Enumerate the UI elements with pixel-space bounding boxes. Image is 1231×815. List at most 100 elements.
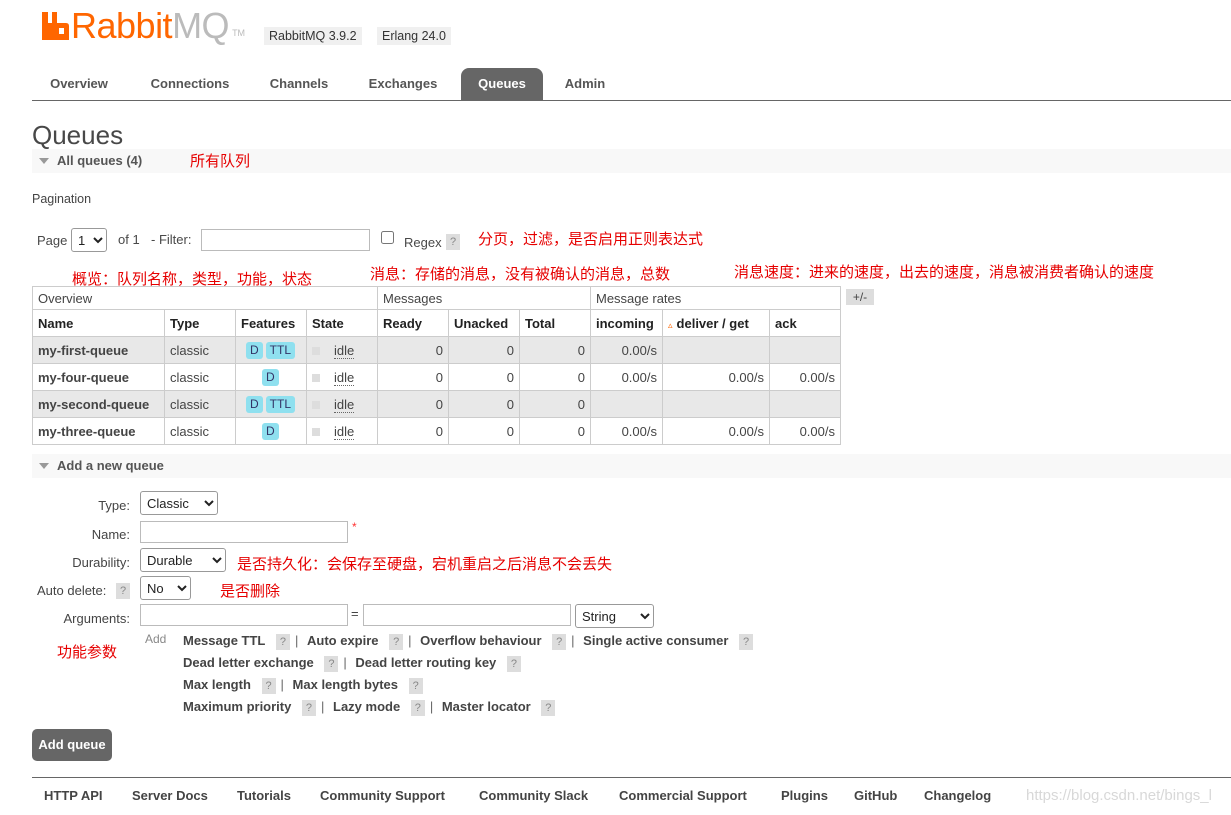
page-select[interactable]: 1 bbox=[71, 228, 107, 252]
queue-features: D bbox=[235, 363, 307, 391]
autodelete-select[interactable]: No bbox=[140, 576, 191, 600]
footer-link-server-docs[interactable]: Server Docs bbox=[132, 788, 208, 803]
queue-name-link[interactable]: my-second-queue bbox=[32, 390, 165, 418]
queue-state: idle bbox=[306, 390, 378, 418]
footer-link-plugins[interactable]: Plugins bbox=[781, 788, 828, 803]
add-queue-button[interactable]: Add queue bbox=[32, 729, 112, 761]
help-icon[interactable]: ? bbox=[541, 700, 556, 716]
arg-single-active-consumer-link[interactable]: Single active consumer bbox=[583, 633, 728, 648]
arg-lazy-mode-link[interactable]: Lazy mode bbox=[333, 699, 400, 714]
arg-maximum-priority-link[interactable]: Maximum priority bbox=[183, 699, 291, 714]
autodelete-help-icon[interactable]: ? bbox=[116, 583, 130, 599]
argument-value-input[interactable] bbox=[363, 604, 571, 626]
table-row[interactable]: my-first-queue classic D TTL idle 0 0 0 0… bbox=[32, 336, 841, 364]
group-messages: Messages bbox=[377, 286, 591, 310]
help-icon[interactable]: ? bbox=[410, 700, 425, 716]
tab-admin[interactable]: Admin bbox=[552, 68, 618, 100]
queue-name-link[interactable]: my-four-queue bbox=[32, 363, 165, 391]
col-type[interactable]: Type bbox=[164, 309, 236, 337]
footer-link-github[interactable]: GitHub bbox=[854, 788, 897, 803]
column-toggle-button[interactable]: +/- bbox=[846, 289, 874, 305]
ready-count: 0 bbox=[377, 363, 449, 391]
tab-queues[interactable]: Queues bbox=[461, 68, 543, 100]
argument-key-input[interactable] bbox=[140, 604, 348, 626]
arg-dead-letter-routing-key-link[interactable]: Dead letter routing key bbox=[355, 655, 496, 670]
filter-input[interactable] bbox=[201, 229, 370, 251]
separator: | bbox=[320, 699, 325, 714]
arg-auto-expire-link[interactable]: Auto expire bbox=[307, 633, 379, 648]
collapse-triangle-icon bbox=[39, 158, 49, 164]
footer-link-http-api[interactable]: HTTP API bbox=[44, 788, 103, 803]
footer-link-tutorials[interactable]: Tutorials bbox=[237, 788, 291, 803]
help-icon[interactable]: ? bbox=[324, 656, 339, 672]
regex-checkbox[interactable] bbox=[381, 231, 394, 244]
help-icon[interactable]: ? bbox=[261, 678, 276, 694]
unacked-count: 0 bbox=[448, 390, 520, 418]
col-unacked[interactable]: Unacked bbox=[448, 309, 520, 337]
table-row[interactable]: my-three-queue classic D idle 0 0 0 0.00… bbox=[32, 417, 841, 445]
help-icon[interactable]: ? bbox=[408, 678, 423, 694]
help-icon[interactable]: ? bbox=[389, 634, 404, 650]
table-row[interactable]: my-four-queue classic D idle 0 0 0 0.00/… bbox=[32, 363, 841, 391]
argument-equals: = bbox=[351, 606, 359, 621]
collapse-triangle-icon bbox=[39, 463, 49, 469]
incoming-rate bbox=[590, 390, 663, 418]
page-title: Queues bbox=[32, 120, 124, 150]
arg-master-locator-link[interactable]: Master locator bbox=[442, 699, 531, 714]
deliver-rate: 0.00/s bbox=[662, 417, 770, 445]
queues-table: Overview Messages Message rates Name Typ… bbox=[32, 286, 841, 445]
arg-dead-letter-exchange-link[interactable]: Dead letter exchange bbox=[183, 655, 314, 670]
footer-link-commercial-support[interactable]: Commercial Support bbox=[619, 788, 747, 803]
feature-durable-badge: D bbox=[262, 368, 279, 386]
tab-connections[interactable]: Connections bbox=[136, 68, 244, 100]
table-row[interactable]: my-second-queue classic D TTL idle 0 0 0 bbox=[32, 390, 841, 418]
help-icon[interactable]: ? bbox=[301, 700, 316, 716]
argument-type-select[interactable]: String bbox=[575, 604, 654, 628]
total-count: 0 bbox=[519, 363, 591, 391]
autodelete-label: Auto delete: bbox=[37, 583, 107, 598]
incoming-rate: 0.00/s bbox=[590, 336, 663, 364]
arg-overflow-behaviour-link[interactable]: Overflow behaviour bbox=[420, 633, 541, 648]
logo-trademark: TM bbox=[232, 28, 246, 38]
arg-max-length-bytes-link[interactable]: Max length bytes bbox=[293, 677, 398, 692]
col-name[interactable]: Name bbox=[32, 309, 165, 337]
tab-exchanges[interactable]: Exchanges bbox=[354, 68, 452, 100]
separator: | bbox=[280, 677, 284, 692]
durability-select[interactable]: Durable bbox=[140, 548, 226, 572]
type-select[interactable]: Classic bbox=[140, 491, 218, 515]
help-icon[interactable]: ? bbox=[739, 634, 754, 650]
queue-name-link[interactable]: my-first-queue bbox=[32, 336, 165, 364]
regex-help-icon[interactable]: ? bbox=[446, 234, 460, 250]
tab-overview[interactable]: Overview bbox=[32, 68, 126, 100]
deliver-rate bbox=[662, 390, 770, 418]
help-icon[interactable]: ? bbox=[552, 634, 567, 650]
queue-name-input[interactable] bbox=[140, 521, 348, 543]
argument-links-row-2: Dead letter exchange ? | Dead letter rout… bbox=[183, 655, 521, 672]
col-total[interactable]: Total bbox=[519, 309, 591, 337]
add-queue-section-header[interactable]: Add a new queue bbox=[32, 454, 1231, 478]
col-incoming[interactable]: incoming bbox=[590, 309, 663, 337]
of-pages-label: of 1 bbox=[118, 232, 140, 247]
col-deliver-get[interactable]: ▵ deliver / get bbox=[662, 309, 770, 337]
ready-count: 0 bbox=[377, 390, 449, 418]
separator: | bbox=[429, 699, 434, 714]
deliver-rate bbox=[662, 336, 770, 364]
footer-link-community-slack[interactable]: Community Slack bbox=[479, 788, 588, 803]
table-group-header-row: Overview Messages Message rates bbox=[32, 286, 841, 310]
arg-max-length-link[interactable]: Max length bbox=[183, 677, 251, 692]
col-features[interactable]: Features bbox=[235, 309, 307, 337]
group-message-rates: Message rates bbox=[590, 286, 841, 310]
col-state[interactable]: State bbox=[306, 309, 378, 337]
footer-link-community-support[interactable]: Community Support bbox=[320, 788, 445, 803]
state-indicator-icon bbox=[312, 428, 320, 437]
col-ack[interactable]: ack bbox=[769, 309, 841, 337]
arg-message-ttl-link[interactable]: Message TTL bbox=[183, 633, 265, 648]
queue-features: D TTL bbox=[235, 390, 307, 418]
queue-name-link[interactable]: my-three-queue bbox=[32, 417, 165, 445]
col-ready[interactable]: Ready bbox=[377, 309, 449, 337]
tab-channels[interactable]: Channels bbox=[254, 68, 344, 100]
footer-link-changelog[interactable]: Changelog bbox=[924, 788, 991, 803]
rabbitmq-logo-icon bbox=[42, 12, 69, 40]
help-icon[interactable]: ? bbox=[275, 634, 290, 650]
help-icon[interactable]: ? bbox=[506, 656, 521, 672]
